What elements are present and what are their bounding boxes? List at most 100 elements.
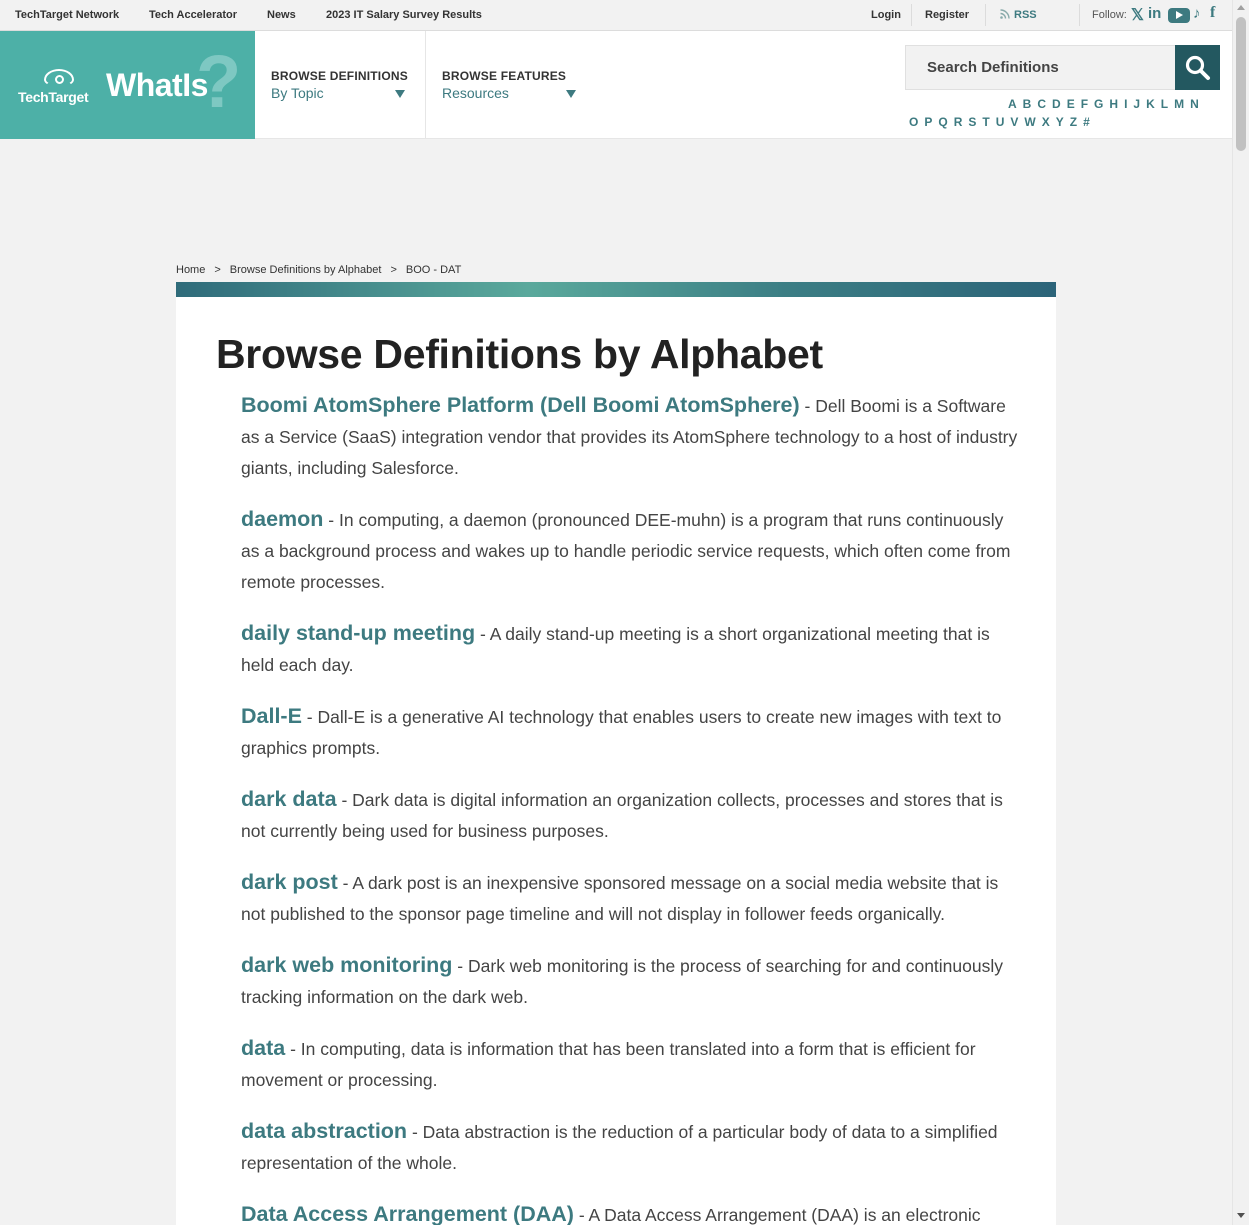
techtarget-network-link[interactable]: TechTarget Network bbox=[15, 9, 119, 21]
definition-entry: daemon - In computing, a daemon (pronoun… bbox=[241, 504, 1021, 598]
alphabet-letter-link[interactable]: N bbox=[1190, 97, 1199, 111]
search-icon bbox=[1185, 55, 1210, 80]
definition-term-link[interactable]: daily stand-up meeting bbox=[241, 621, 475, 645]
facebook-icon[interactable]: f bbox=[1210, 4, 1215, 22]
term-separator: - bbox=[323, 510, 339, 530]
alphabet-letter-link[interactable]: H bbox=[1109, 97, 1118, 111]
alphabet-letter-link[interactable]: M bbox=[1174, 97, 1184, 111]
definition-description: Dall-E is a generative AI technology tha… bbox=[241, 707, 1002, 758]
alphabet-letter-link[interactable]: O bbox=[909, 115, 918, 129]
alphabet-letter-link[interactable]: V bbox=[1010, 115, 1018, 129]
definition-term-link[interactable]: dark web monitoring bbox=[241, 953, 452, 977]
techtarget-wordmark: TechTarget bbox=[18, 89, 89, 105]
alphabet-letter-link[interactable]: X bbox=[1042, 115, 1050, 129]
definition-term-link[interactable]: data abstraction bbox=[241, 1119, 407, 1143]
breadcrumb-browse-alphabet[interactable]: Browse Definitions by Alphabet bbox=[230, 264, 382, 276]
scrollbar-thumb[interactable] bbox=[1236, 17, 1246, 151]
definition-entry: Boomi AtomSphere Platform (Dell Boomi At… bbox=[241, 390, 1021, 484]
vertical-scrollbar[interactable] bbox=[1232, 0, 1249, 1225]
definition-term-link[interactable]: dark data bbox=[241, 787, 337, 811]
term-separator: - bbox=[799, 396, 816, 416]
alphabet-letter-link[interactable]: K bbox=[1146, 97, 1155, 111]
definition-term-link[interactable]: Dall-E bbox=[241, 704, 302, 728]
top-utility-bar: TechTarget Network Tech Accelerator News… bbox=[0, 0, 1232, 31]
alphabet-letter-link[interactable]: B bbox=[1023, 97, 1032, 111]
definition-entry: Dall-E - Dall-E is a generative AI techn… bbox=[241, 701, 1021, 764]
definition-description: In computing, data is information that h… bbox=[241, 1039, 976, 1090]
scroll-down-arrow-icon[interactable] bbox=[1237, 1213, 1245, 1218]
search-button[interactable] bbox=[1175, 45, 1220, 90]
browse-definitions-value: By Topic bbox=[271, 85, 324, 101]
browse-features-label: BROWSE FEATURES bbox=[442, 69, 567, 83]
youtube-icon[interactable] bbox=[1168, 8, 1190, 23]
breadcrumb-separator: > bbox=[214, 264, 221, 276]
term-separator: - bbox=[301, 707, 318, 727]
browse-features-value: Resources bbox=[442, 85, 509, 101]
rss-label: RSS bbox=[1014, 9, 1037, 21]
divider bbox=[1079, 4, 1080, 26]
alphabet-letter-link[interactable]: G bbox=[1094, 97, 1103, 111]
alphabet-letter-link[interactable]: S bbox=[968, 115, 976, 129]
definition-description: A dark post is an inexpensive sponsored … bbox=[241, 873, 999, 924]
news-link[interactable]: News bbox=[267, 9, 296, 21]
alphabet-letter-link[interactable]: Q bbox=[938, 115, 947, 129]
register-link[interactable]: Register bbox=[925, 9, 969, 21]
chevron-down-icon bbox=[395, 90, 405, 98]
alphabet-letter-link[interactable]: U bbox=[996, 115, 1005, 129]
breadcrumb-current: BOO - DAT bbox=[405, 264, 462, 276]
alphabet-letter-link[interactable]: W bbox=[1024, 115, 1035, 129]
site-header: TechTarget ? WhatIs BROWSE DEFINITIONS B… bbox=[0, 31, 1232, 139]
breadcrumb: Home > Browse Definitions by Alphabet > BOO … bbox=[176, 264, 461, 276]
definition-term-link[interactable]: Data Access Arrangement (DAA) bbox=[241, 1202, 574, 1225]
definition-term-link[interactable]: daemon bbox=[241, 507, 323, 531]
definition-entry: dark web monitoring - Dark web monitorin… bbox=[241, 950, 1021, 1013]
tiktok-icon[interactable]: ♪ bbox=[1193, 5, 1201, 22]
definition-term-link[interactable]: data bbox=[241, 1036, 285, 1060]
browse-definitions-label: BROWSE DEFINITIONS bbox=[271, 69, 408, 83]
follow-label: Follow: bbox=[1092, 9, 1127, 21]
alphabet-letter-link[interactable]: Z bbox=[1070, 115, 1077, 129]
term-separator: - bbox=[475, 624, 490, 644]
alphabet-letter-link[interactable]: T bbox=[982, 115, 989, 129]
divider bbox=[985, 4, 986, 26]
browse-definitions-dropdown[interactable]: BROWSE DEFINITIONS By Topic bbox=[271, 31, 411, 139]
eye-pupil bbox=[55, 75, 64, 84]
breadcrumb-separator: > bbox=[390, 264, 397, 276]
term-separator: - bbox=[336, 790, 353, 810]
scroll-up-arrow-icon[interactable] bbox=[1237, 5, 1245, 10]
alphabet-letter-link[interactable]: L bbox=[1161, 97, 1168, 111]
definition-entry: Data Access Arrangement (DAA) - A Data A… bbox=[241, 1199, 1021, 1225]
rss-icon bbox=[1000, 9, 1010, 19]
definition-entry: dark post - A dark post is an inexpensiv… bbox=[241, 867, 1021, 930]
x-icon[interactable]: 𝕏 bbox=[1131, 5, 1144, 25]
linkedin-icon[interactable]: in bbox=[1148, 5, 1161, 22]
term-separator: - bbox=[407, 1122, 423, 1142]
whatis-logo[interactable]: TechTarget ? WhatIs bbox=[0, 31, 255, 139]
rss-link[interactable]: RSS bbox=[1000, 9, 1037, 21]
definition-entry: daily stand-up meeting - A daily stand-u… bbox=[241, 618, 1021, 681]
search-input[interactable] bbox=[905, 45, 1175, 90]
definition-term-link[interactable]: dark post bbox=[241, 870, 338, 894]
breadcrumb-home[interactable]: Home bbox=[176, 264, 205, 276]
definition-description: Dark data is digital information an orga… bbox=[241, 790, 1003, 841]
tech-accelerator-link[interactable]: Tech Accelerator bbox=[149, 9, 237, 21]
alphabet-letter-link[interactable]: E bbox=[1067, 97, 1075, 111]
definition-entry: data abstraction - Data abstraction is t… bbox=[241, 1116, 1021, 1179]
browse-features-dropdown[interactable]: BROWSE FEATURES Resources bbox=[442, 31, 582, 139]
alphabet-letter-link[interactable]: I bbox=[1124, 97, 1127, 111]
definition-term-link[interactable]: Boomi AtomSphere Platform (Dell Boomi At… bbox=[241, 393, 800, 417]
alphabet-letter-link[interactable]: P bbox=[924, 115, 932, 129]
definition-list: Boomi AtomSphere Platform (Dell Boomi At… bbox=[241, 390, 1021, 1225]
alphabet-letter-link[interactable]: Y bbox=[1056, 115, 1064, 129]
alphabet-letter-link[interactable]: D bbox=[1052, 97, 1061, 111]
alphabet-letter-link[interactable]: R bbox=[954, 115, 963, 129]
alphabet-row-1: ABCDEFGHIJKLMN bbox=[1008, 97, 1205, 111]
alphabet-letter-link[interactable]: C bbox=[1037, 97, 1046, 111]
login-link[interactable]: Login bbox=[871, 9, 901, 21]
alphabet-letter-link[interactable]: J bbox=[1133, 97, 1140, 111]
alphabet-letter-link[interactable]: # bbox=[1083, 115, 1090, 129]
alphabet-letter-link[interactable]: F bbox=[1081, 97, 1088, 111]
alphabet-letter-link[interactable]: A bbox=[1008, 97, 1017, 111]
divider bbox=[425, 31, 426, 139]
salary-survey-link[interactable]: 2023 IT Salary Survey Results bbox=[326, 9, 482, 21]
